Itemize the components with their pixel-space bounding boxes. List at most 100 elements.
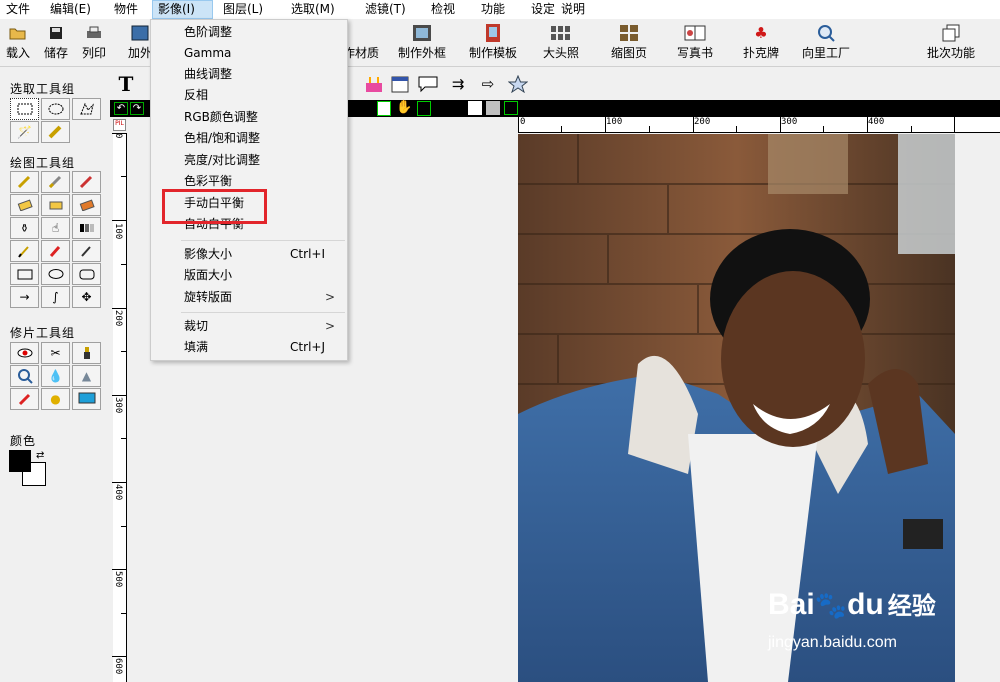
white-swatch[interactable] [468,101,482,115]
pencil-icon [17,175,30,189]
retouch-group-title: 修片工具组 [10,326,76,340]
menu-item-image-size[interactable]: 影像大小 Ctrl+I [151,244,347,265]
menu-item-hue-saturation[interactable]: 色相/饱和调整 [151,128,347,149]
menu-view[interactable]: 检视 [419,0,469,19]
dropdown-swatch[interactable] [504,101,518,115]
vertical-ruler: 0 100 200 300 400 500 600 [112,133,127,682]
brush-fix-tool[interactable] [10,388,39,410]
lasso-select-tool[interactable] [72,98,101,120]
marker-icon [49,246,60,257]
text-tool-icon[interactable]: T [114,72,138,96]
monitor-tool[interactable] [72,388,101,410]
load-button[interactable]: 载入 [6,23,30,63]
ellipse-tool[interactable] [41,263,70,285]
brush-tool[interactable] [41,171,70,193]
menu-edit[interactable]: 编辑(E) [38,0,102,19]
cake-icon[interactable] [362,72,386,96]
menu-item-brightness-contrast[interactable]: 亮度/对比调整 [151,150,347,171]
beauty-tool[interactable]: ✂ [41,342,70,364]
foreground-color-swatch[interactable] [9,450,31,472]
undo-icon[interactable]: ↶ [114,102,128,115]
eraser-tool[interactable] [10,194,39,216]
menu-settings[interactable]: 设定 [521,0,559,19]
blur-tool[interactable]: 💧 [41,365,70,387]
factory-button[interactable]: 向里工厂 [802,23,850,63]
baidu-logo-left: Bai [768,588,815,621]
menu-item-fill[interactable]: 填满 Ctrl+J [151,337,347,358]
gray-swatch[interactable] [486,101,500,115]
lipstick-tool[interactable] [72,342,101,364]
crop-label: 裁切 [184,319,209,333]
make-template-button[interactable]: 制作模板 [469,23,517,63]
menu-item-curves[interactable]: 曲线调整 [151,64,347,85]
move-tool[interactable]: ✥ [72,286,101,308]
menu-item-rgb[interactable]: RGB颜色调整 [151,107,347,128]
save-button[interactable]: 储存 [44,23,68,63]
fill-tool[interactable]: ☝ [41,217,70,239]
pen-tool[interactable] [10,240,39,262]
ellipse-select-tool[interactable] [41,98,70,120]
pointer-icon[interactable] [377,101,391,116]
make-texture-button[interactable]: 作材质 [343,23,379,63]
menu-layer[interactable]: 图层(L) [213,0,281,19]
light-tool[interactable]: ● [41,388,70,410]
photo-book-button[interactable]: 写真书 [677,23,713,63]
add-frame-button[interactable]: 加外 [128,23,152,63]
print-button[interactable]: 列印 [82,23,106,63]
rectangle-tool[interactable] [10,263,39,285]
thumbnail-page-button[interactable]: 缩图页 [611,23,647,63]
menu-file[interactable]: 文件 [0,0,38,19]
tool-panel: 选取工具组 🪄 绘图工具组 ⚱ ☝ → ∫ ✥ 修片工具组 ✂ 💧 ▲ ● 颜色… [0,68,108,682]
menu-item-rotate-canvas[interactable]: 旋转版面 > [151,287,347,308]
folder-open-icon [7,23,29,43]
magic-wand-tool[interactable]: 🪄 [10,121,39,143]
target-icon[interactable] [417,101,431,116]
pencil-tool[interactable] [10,171,39,193]
eyedropper-tool[interactable] [72,240,101,262]
hand-icon[interactable]: ✋ [396,100,412,115]
menu-item-canvas-size[interactable]: 版面大小 [151,265,347,286]
line-tool[interactable]: → [10,286,39,308]
baidu-jingyan-text: 经验 [887,593,936,620]
menu-item-gamma[interactable]: Gamma [151,43,347,64]
lasso-icon [79,102,94,115]
star-shape-icon[interactable] [506,72,530,96]
sharpen-tool[interactable]: ▲ [72,365,101,387]
color-eraser-tool[interactable] [72,194,101,216]
fill-shortcut: Ctrl+J [290,340,325,354]
menu-object[interactable]: 物件 [102,0,152,19]
playing-cards-button[interactable]: ♣ 扑克牌 [743,23,779,63]
curve-tool[interactable]: ∫ [41,286,70,308]
menu-item-invert[interactable]: 反相 [151,85,347,106]
menu-filter[interactable]: 滤镜(T) [353,0,419,19]
zoom-tool[interactable] [10,365,39,387]
rounded-rect-tool[interactable] [72,263,101,285]
make-frame-button[interactable]: 制作外框 [398,23,446,63]
red-eye-tool[interactable] [10,342,39,364]
menu-item-levels[interactable]: 色阶调整 [151,22,347,43]
calendar-icon[interactable] [388,72,412,96]
swap-colors-icon[interactable]: ⇄ [36,450,44,461]
menu-item-crop[interactable]: 裁切 > [151,316,347,337]
outline-arrow-icon[interactable]: ⇨ [476,72,500,96]
stamp-tool[interactable]: ⚱ [10,217,39,239]
double-arrow-icon[interactable]: ⇉ [446,72,470,96]
select-brush-tool[interactable] [41,121,70,143]
redo-icon[interactable]: ↷ [130,102,144,115]
rect-select-tool[interactable] [10,98,39,120]
id-photo-button[interactable]: 大头照 [543,23,579,63]
ruler-corner-icon: PIL [113,119,126,131]
menu-help[interactable]: 说明 [559,0,599,19]
speech-bubble-icon[interactable] [416,72,440,96]
menu-select[interactable]: 选取(M) [281,0,353,19]
marker-tool[interactable] [41,240,70,262]
photo-canvas[interactable]: Bai🐾du 经验 jingyan.baidu.com [518,134,955,682]
menu-image[interactable]: 影像(I) [152,0,213,19]
make-texture-label: 作材质 [343,46,380,60]
smudge-tool[interactable] [41,194,70,216]
gradient-icon [79,224,94,232]
fx-brush-tool[interactable] [72,171,101,193]
gradient-tool[interactable] [72,217,101,239]
batch-button[interactable]: 批次功能 [927,23,975,63]
menu-function[interactable]: 功能 [469,0,521,19]
